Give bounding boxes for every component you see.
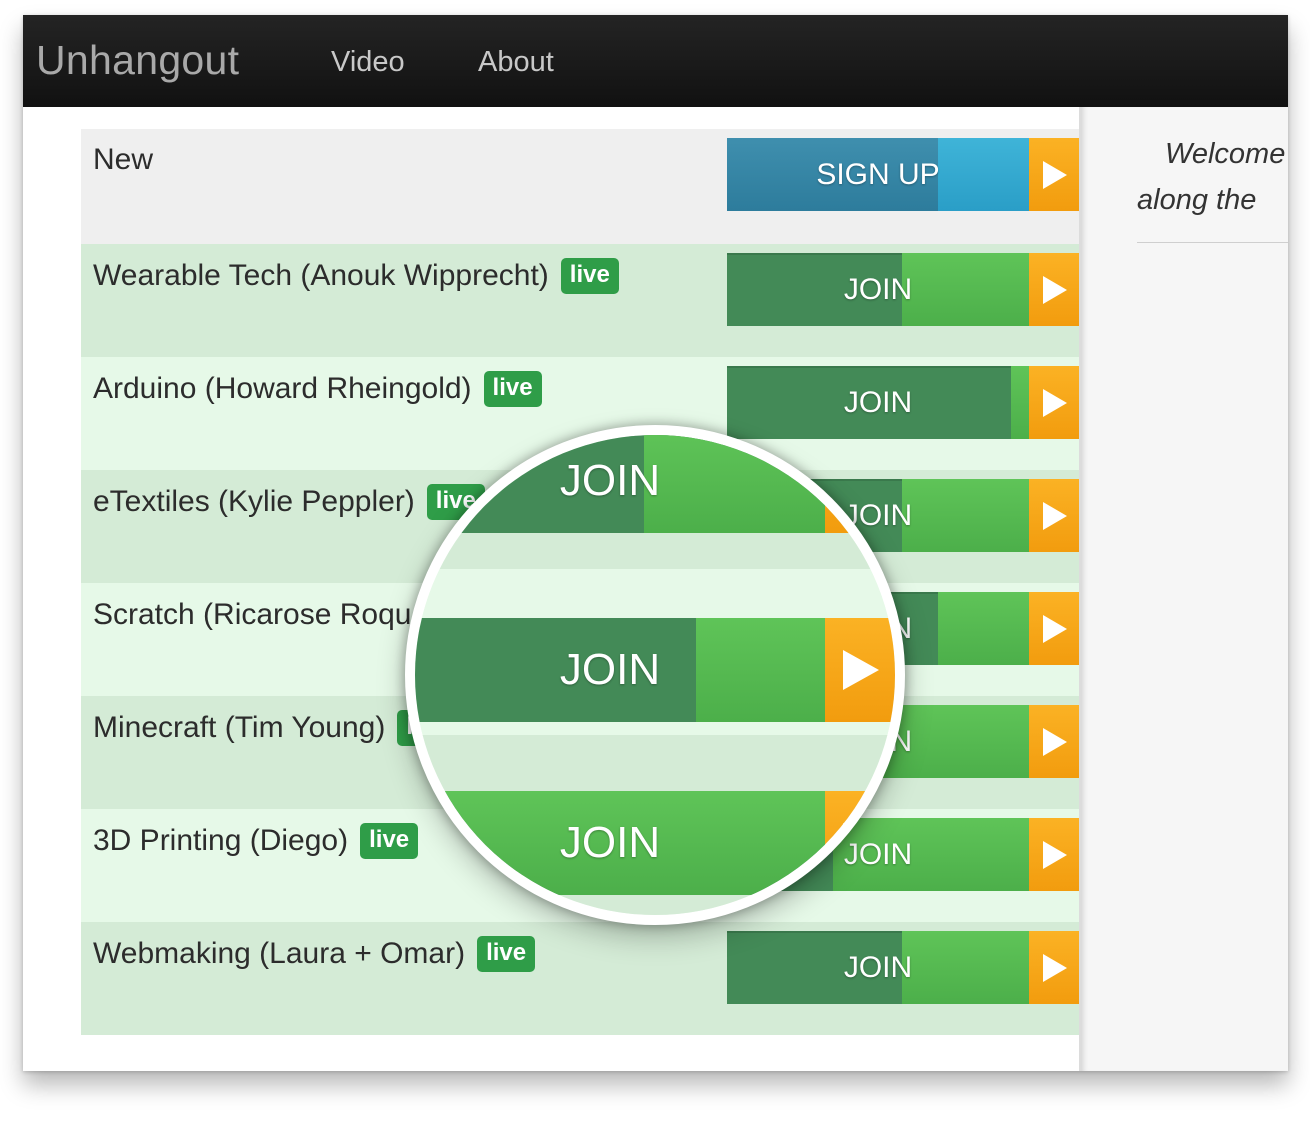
play-arrow-icon	[825, 791, 895, 895]
session-row: Webmaking (Laura + Omar) live JOIN	[81, 922, 1079, 1035]
sidebar-divider	[1137, 242, 1288, 243]
live-badge: live	[477, 936, 536, 972]
join-button[interactable]: JOIN	[727, 931, 1079, 1004]
sidebar: Welcome along the	[1079, 107, 1288, 1071]
live-badge: live	[483, 371, 542, 407]
magnified-row: JOIN	[415, 569, 895, 735]
top-navbar: Unhangout Video About	[23, 15, 1288, 107]
session-title: Wearable Tech (Anouk Wipprecht)	[93, 259, 549, 292]
button-label: JOIN	[843, 386, 913, 419]
nav-link-video[interactable]: Video	[331, 46, 405, 79]
join-button[interactable]: JOIN	[727, 366, 1079, 439]
session-title: 3D Printing (Diego)	[93, 824, 349, 857]
session-title-group: 3D Printing (Diego) live	[93, 823, 419, 859]
nav-link-about[interactable]: About	[478, 46, 554, 79]
session-title-group: Webmaking (Laura + Omar) live	[93, 936, 536, 972]
magnified-join-button: JOIN	[415, 435, 895, 533]
live-badge: live	[560, 258, 619, 294]
welcome-message: Welcome along the	[1137, 131, 1288, 223]
session-title: Scratch (Ricarose Roque)	[93, 598, 439, 631]
session-title-group: Arduino (Howard Rheingold) live	[93, 371, 542, 407]
magnified-row: JOIN	[415, 435, 895, 569]
welcome-line-2: along the	[1137, 184, 1257, 216]
session-title: eTextiles (Kylie Peppler)	[93, 485, 415, 518]
join-button[interactable]: JOIN	[727, 253, 1079, 326]
magnified-join-button: JOIN	[415, 791, 895, 895]
magnified-join-button: JOIN	[415, 618, 895, 722]
session-row: New SIGN UP	[81, 129, 1079, 244]
magnifier-lens: JOIN JOIN JOIN	[405, 425, 905, 925]
magnified-row: JOIN	[415, 735, 895, 915]
play-arrow-icon	[825, 618, 895, 722]
button-label: JOIN	[559, 456, 661, 505]
button-label: SIGN UP	[816, 158, 940, 191]
session-title: New	[93, 143, 154, 176]
button-label: JOIN	[843, 951, 913, 984]
live-badge: live	[360, 823, 419, 859]
session-title-group: Minecraft (Tim Young)live	[93, 710, 456, 746]
session-title: Webmaking (Laura + Omar)	[93, 937, 466, 970]
welcome-line-1: Welcome	[1165, 138, 1286, 170]
session-row: Wearable Tech (Anouk Wipprecht) live JOIN	[81, 244, 1079, 357]
button-label: JOIN	[559, 818, 661, 867]
brand-logo[interactable]: Unhangout	[36, 37, 239, 84]
button-label: JOIN	[559, 645, 661, 694]
session-title: Minecraft (Tim Young)	[93, 711, 386, 744]
session-title-group: New	[93, 143, 153, 177]
session-title: Arduino (Howard Rheingold)	[93, 372, 472, 405]
button-label: JOIN	[843, 273, 913, 306]
play-arrow-icon	[825, 435, 895, 533]
session-title-group: Wearable Tech (Anouk Wipprecht) live	[93, 258, 619, 294]
signup-button[interactable]: SIGN UP	[727, 138, 1079, 211]
